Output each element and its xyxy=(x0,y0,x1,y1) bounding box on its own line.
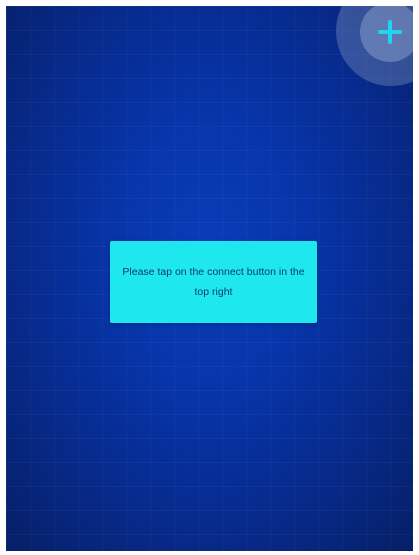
app-screen: Please tap on the connect button in the … xyxy=(6,6,413,551)
plus-icon xyxy=(378,20,402,44)
instruction-message-box: Please tap on the connect button in the … xyxy=(110,241,317,323)
instruction-message-text: Please tap on the connect button in the … xyxy=(122,266,305,298)
